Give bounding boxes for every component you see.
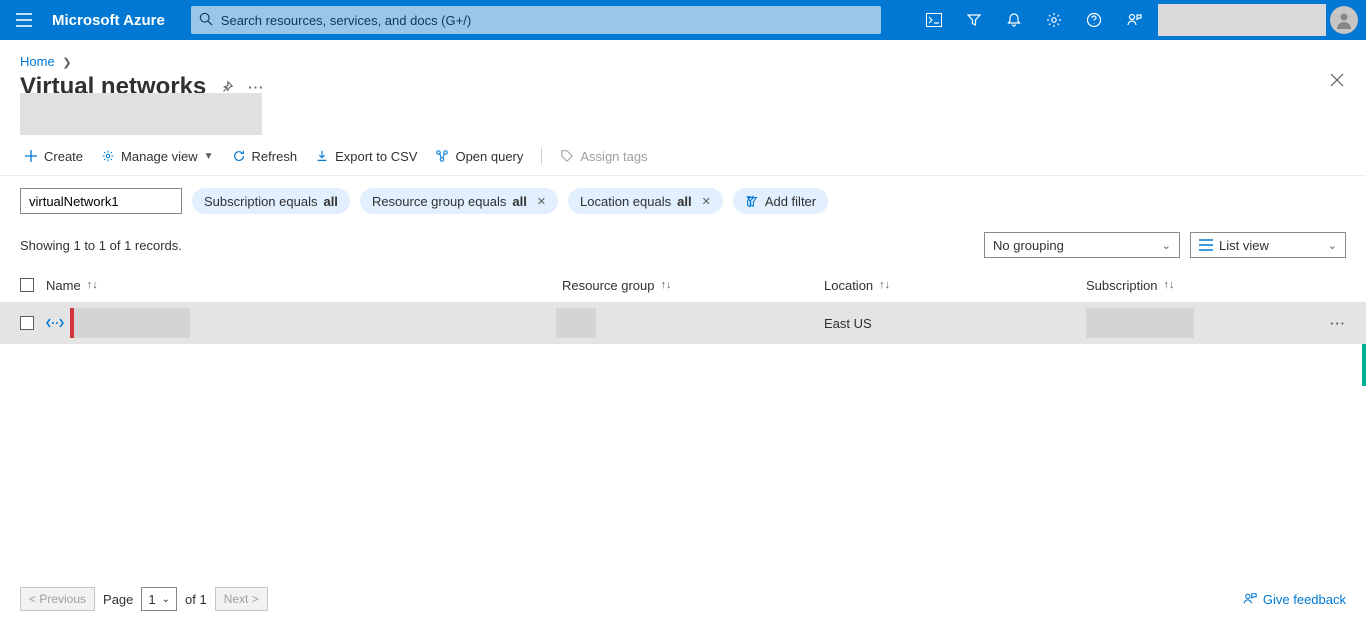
filter-icon [966,12,982,28]
add-filter-icon [745,194,759,208]
row-more-button[interactable]: ··· [1330,316,1346,331]
sort-icon: ↑↓ [1164,279,1175,291]
chevron-down-icon: ▼ [204,151,214,162]
column-name[interactable]: Name↑↓ [46,278,562,293]
global-search-input[interactable] [191,6,881,34]
add-filter-button[interactable]: Add filter [733,188,828,214]
name-filter-input[interactable] [20,188,182,214]
breadcrumb-home[interactable]: Home [20,54,55,69]
toolbar-divider [541,147,542,165]
row-sub-redacted [1086,308,1194,338]
location-filter-pill[interactable]: Location equals all ✕ [568,188,723,214]
grouping-dropdown[interactable]: No grouping ⌄ [984,232,1180,258]
table-header: Name↑↓ Resource group↑↓ Location↑↓ Subsc… [0,268,1366,302]
record-summary: Showing 1 to 1 of 1 records. [20,238,182,253]
row-rg-redacted [556,308,596,338]
view-mode-dropdown[interactable]: List view ⌄ [1190,232,1346,258]
tag-icon [560,149,574,163]
sort-icon: ↑↓ [87,279,98,291]
feedback-label: Give feedback [1263,592,1346,607]
plus-icon [24,149,38,163]
breadcrumb: Home ❯ [0,40,1366,73]
view-mode-value: List view [1219,238,1269,253]
download-icon [315,149,329,163]
brand-title[interactable]: Microsoft Azure [48,12,179,29]
feedback-icon [1243,592,1257,606]
hamburger-menu[interactable] [0,0,48,40]
row-name-redacted [74,308,190,338]
table-row[interactable]: East US ··· [0,302,1366,344]
add-filter-label: Add filter [765,194,816,209]
cloud-shell-icon [926,13,942,27]
manage-view-button[interactable]: Manage view ▼ [101,149,214,164]
subscription-filter-value: all [323,194,337,209]
resource-group-filter-pill[interactable]: Resource group equals all ✕ [360,188,558,214]
sort-icon: ↑↓ [879,279,890,291]
refresh-button[interactable]: Refresh [232,149,298,164]
settings-button[interactable] [1034,0,1074,40]
search-icon [199,12,213,26]
subscription-filter-prefix: Subscription equals [204,194,317,209]
gear-icon [1046,12,1062,28]
column-location[interactable]: Location↑↓ [824,278,1086,293]
create-button[interactable]: Create [24,149,83,164]
list-icon [1199,239,1213,251]
rg-filter-prefix: Resource group equals [372,194,506,209]
column-subscription[interactable]: Subscription↑↓ [1086,278,1316,293]
account-info[interactable] [1158,4,1326,36]
account-avatar[interactable] [1330,6,1358,34]
virtual-network-icon [46,317,64,329]
refresh-icon [232,149,246,163]
create-label: Create [44,149,83,164]
assign-tags-button: Assign tags [560,149,647,164]
location-filter-prefix: Location equals [580,194,671,209]
avatar-icon [1334,10,1354,30]
row-location: East US [824,316,872,331]
feedback-button[interactable] [1114,0,1154,40]
person-feedback-icon [1126,12,1142,28]
page-label: Page [103,592,133,607]
gear-icon [101,149,115,163]
directory-filter-button[interactable] [954,0,994,40]
sort-icon: ↑↓ [661,279,672,291]
remove-location-filter[interactable]: ✕ [698,195,711,208]
rg-filter-value: all [512,194,526,209]
scope-subtitle [20,93,262,135]
refresh-label: Refresh [252,149,298,164]
export-csv-label: Export to CSV [335,149,417,164]
hamburger-icon [16,13,32,27]
close-icon [1330,73,1344,87]
next-page-button: Next > [215,587,268,611]
remove-rg-filter[interactable]: ✕ [533,195,546,208]
export-csv-button[interactable]: Export to CSV [315,149,417,164]
row-selection-indicator [1362,344,1366,386]
location-filter-value: all [677,194,691,209]
current-page: 1 [148,592,155,607]
chevron-right-icon: ❯ [58,57,75,69]
chevron-down-icon: ⌄ [162,594,170,605]
manage-view-label: Manage view [121,149,198,164]
chevron-down-icon: ⌄ [1328,239,1337,252]
open-query-label: Open query [455,149,523,164]
subscription-filter-pill[interactable]: Subscription equals all [192,188,350,214]
select-all-checkbox[interactable] [20,278,34,292]
close-blade-button[interactable] [1330,73,1344,87]
column-resource-group[interactable]: Resource group↑↓ [562,278,824,293]
assign-tags-label: Assign tags [580,149,647,164]
bell-icon [1006,12,1022,28]
help-icon [1086,12,1102,28]
open-query-button[interactable]: Open query [435,149,523,164]
row-checkbox[interactable] [20,316,34,330]
notifications-button[interactable] [994,0,1034,40]
pin-icon [220,80,234,94]
query-icon [435,149,449,163]
page-select[interactable]: 1 ⌄ [141,587,177,611]
chevron-down-icon: ⌄ [1162,239,1171,252]
help-button[interactable] [1074,0,1114,40]
give-feedback-link[interactable]: Give feedback [1243,592,1346,607]
page-of-label: of 1 [185,592,207,607]
previous-page-button: < Previous [20,587,95,611]
cloud-shell-button[interactable] [914,0,954,40]
grouping-value: No grouping [993,238,1064,253]
